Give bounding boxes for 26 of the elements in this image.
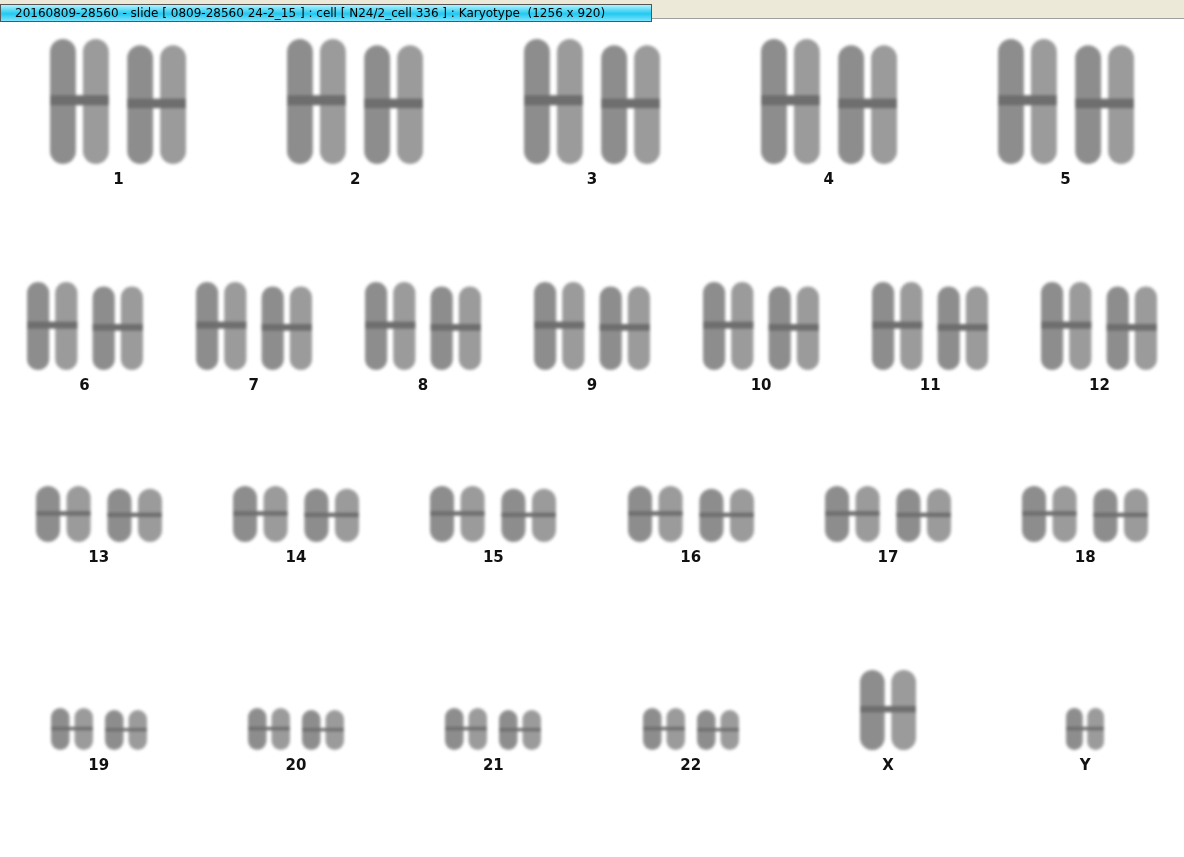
window-title: 20160809-28560 - slide [ 0809-28560 24-2_15 ] : cell [ N24/2_cell 336 ] : Karyotype (1256 x 920) (0, 4, 652, 22)
chromosome-label: 12 (1088, 376, 1110, 394)
chromosome-label: 20 (285, 756, 307, 774)
chromosome-drawing (1066, 708, 1105, 750)
chromosome-label: 17 (877, 548, 899, 566)
chromosome-label: 18 (1074, 548, 1096, 566)
chromosome-label: 14 (285, 548, 307, 566)
chromosome-label: 13 (88, 548, 110, 566)
chromosome-label: 8 (417, 376, 429, 394)
chromosome-label: 3 (586, 170, 598, 188)
chromosome-label: 9 (586, 376, 598, 394)
chromosome-label: 7 (248, 376, 259, 394)
chromosome-label: 4 (823, 170, 834, 188)
chromosome-label: Y (1079, 756, 1091, 774)
chromosome-label: 11 (919, 376, 941, 394)
chromosome-label: 5 (1060, 170, 1071, 188)
chromosome-label: 10 (750, 376, 772, 394)
chromosome-label: 16 (680, 548, 702, 566)
chromosome-label: 2 (349, 170, 361, 188)
chromosome-label: 6 (79, 376, 90, 394)
chromosome-label: 15 (482, 548, 504, 566)
chromosome-label: 1 (113, 170, 124, 188)
chromosome-label: 21 (482, 756, 504, 774)
chromosome-label: 19 (88, 756, 110, 774)
chromosome-label: X (882, 756, 894, 774)
chromosome-label: 22 (680, 756, 702, 774)
